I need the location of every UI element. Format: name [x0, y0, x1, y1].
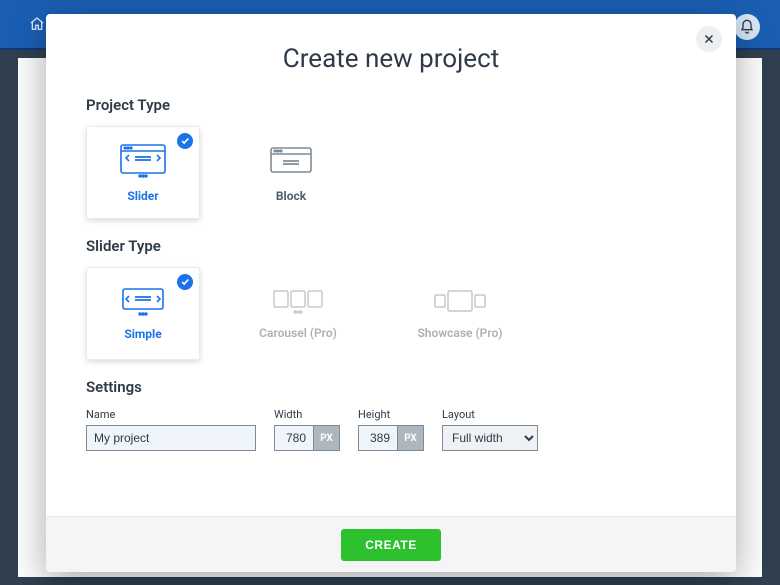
notifications-button[interactable] [734, 14, 760, 40]
project-type-block[interactable]: Block [234, 126, 348, 219]
card-label: Slider [127, 189, 158, 203]
slider-type-carousel[interactable]: Carousel (Pro) [234, 267, 362, 360]
width-input[interactable] [274, 425, 314, 451]
layout-label: Layout [442, 408, 538, 421]
card-label: Block [276, 189, 306, 203]
section-slider-type: Slider Type [86, 237, 696, 255]
modal-content: Project Type Slider [46, 96, 736, 516]
field-name: Name [86, 408, 256, 451]
project-type-row: Slider Block [86, 126, 696, 219]
slider-type-simple[interactable]: Simple [86, 267, 200, 360]
showcase-icon [432, 288, 488, 316]
create-project-modal: Create new project Project Type [46, 14, 736, 572]
field-layout: Layout Full width [442, 408, 538, 451]
modal-footer: CREATE [46, 516, 736, 572]
check-icon [177, 133, 193, 149]
width-label: Width [274, 408, 340, 421]
field-height: Height PX [358, 408, 424, 451]
width-unit[interactable]: PX [314, 425, 340, 451]
check-icon [177, 274, 193, 290]
slider-type-showcase[interactable]: Showcase (Pro) [396, 267, 524, 360]
name-label: Name [86, 408, 256, 421]
create-button[interactable]: CREATE [341, 529, 440, 561]
slider-type-row: Simple Carousel (Pro) [86, 267, 696, 360]
height-unit[interactable]: PX [398, 425, 424, 451]
modal-title: Create new project [46, 14, 736, 96]
name-input[interactable] [86, 425, 256, 451]
simple-slider-icon [117, 287, 169, 317]
card-label: Carousel (Pro) [259, 326, 337, 340]
height-input[interactable] [358, 425, 398, 451]
field-width: Width PX [274, 408, 340, 451]
card-label: Showcase (Pro) [417, 326, 502, 340]
section-settings: Settings [86, 378, 696, 396]
layout-select[interactable]: Full width [442, 425, 538, 451]
project-type-slider[interactable]: Slider [86, 126, 200, 219]
height-label: Height [358, 408, 424, 421]
carousel-icon [270, 288, 326, 316]
card-label: Simple [124, 327, 161, 341]
block-icon [267, 143, 315, 179]
slider-icon [119, 143, 167, 179]
close-button[interactable] [696, 26, 722, 52]
home-icon [28, 16, 46, 36]
settings-row: Name Width PX Height PX Layout [86, 408, 696, 451]
section-project-type: Project Type [86, 96, 696, 114]
